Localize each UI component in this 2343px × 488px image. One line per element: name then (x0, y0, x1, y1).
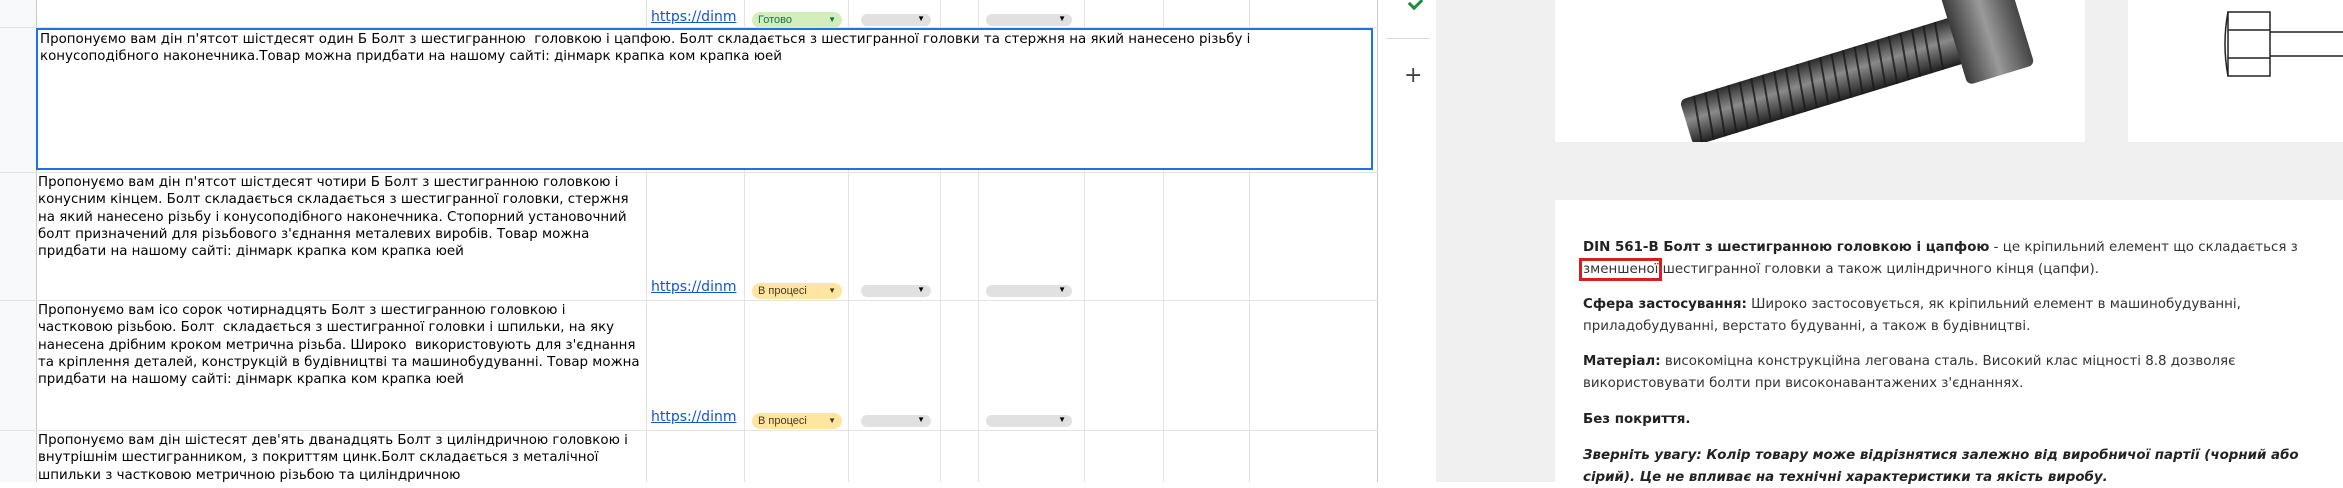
cell-editor[interactable]: Пропонуємо вам дін п'ятсот шістдесят оди… (36, 28, 1373, 170)
status-dropdown[interactable]: Готово ▼ (752, 12, 842, 28)
row-divider (0, 172, 1378, 173)
chevron-down-icon: ▼ (917, 14, 925, 23)
status-dropdown[interactable]: В процесі ▼ (752, 413, 842, 429)
plus-icon[interactable]: + (1404, 63, 1422, 88)
status-dropdown[interactable]: В процесі ▼ (752, 283, 842, 299)
empty-dropdown[interactable]: ▼ (861, 415, 931, 427)
coating-paragraph: Без покриття. (1583, 409, 2328, 431)
status-label: Готово (758, 14, 792, 26)
row-divider (0, 300, 1378, 301)
chevron-down-icon: ▼ (828, 286, 836, 295)
empty-dropdown[interactable]: ▼ (986, 415, 1072, 427)
chevron-down-icon: ▼ (1058, 285, 1066, 294)
coating-text: Без покриття. (1583, 412, 1691, 427)
status-label: В процесі (758, 285, 807, 297)
scope-label: Сфера застосування: (1583, 297, 1747, 312)
product-link[interactable]: https://dinm (651, 279, 743, 295)
note-text: Зверніть увагу: Колір товару може відріз… (1583, 448, 2299, 485)
highlighted-word: зменшеної (1578, 257, 1663, 281)
bolt-drawing (2224, 11, 2343, 77)
scope-paragraph: Сфера застосування: Широко застосовуєтьс… (1583, 294, 2328, 337)
chevron-down-icon: ▼ (1058, 14, 1066, 23)
cell-text[interactable]: Пропонуємо вам ісо сорок чотирнадцять Бо… (38, 302, 641, 406)
product-image-card[interactable] (1555, 0, 2085, 145)
chevron-down-icon: ▼ (1058, 415, 1066, 424)
empty-dropdown[interactable]: ▼ (986, 285, 1072, 297)
chevron-down-icon: ▼ (917, 415, 925, 424)
product-name: DIN 561-B Болт з шестигранною головкою і… (1583, 240, 1990, 255)
material-text: високоміцна конструкційна легована сталь… (1583, 354, 2236, 391)
product-intro: DIN 561-B Болт з шестигранною головкою і… (1578, 237, 2328, 281)
row-divider (0, 430, 1378, 431)
divider (1386, 38, 1430, 39)
empty-dropdown[interactable]: ▼ (986, 14, 1072, 26)
cell-text[interactable]: Пропонуємо вам дін п'ятсот шістдесят оди… (40, 31, 1360, 66)
empty-dropdown[interactable]: ▼ (861, 14, 931, 26)
cell-text[interactable]: Пропонуємо вам дін шістесят дев'ять дван… (38, 432, 641, 482)
row-header-column[interactable] (0, 0, 37, 482)
empty-dropdown[interactable]: ▼ (861, 285, 931, 297)
cell-text[interactable]: Пропонуємо вам дін п'ятсот шістдесят чот… (38, 174, 641, 262)
status-label: В процесі (758, 415, 807, 427)
chevron-down-icon: ▼ (917, 285, 925, 294)
bolt-photo (1680, 0, 2034, 145)
technical-drawing-card[interactable] (2128, 0, 2343, 142)
intro-text-end: шестигранної головки а також циліндрично… (1658, 261, 2099, 277)
product-link[interactable]: https://dinm (651, 9, 743, 25)
spreadsheet-grid: https://dinm Готово ▼ ▼ ▼ Пропонуємо вам… (0, 0, 1378, 482)
material-label: Матеріал: (1583, 354, 1661, 369)
product-link[interactable]: https://dinm (651, 409, 743, 425)
material-paragraph: Матеріал: високоміцна конструкційна лего… (1583, 351, 2328, 394)
chevron-down-icon: ▼ (828, 416, 836, 425)
intro-text: - це кріпильний елемент що складається з (1989, 240, 2298, 255)
chevron-down-icon: ▼ (828, 15, 836, 24)
